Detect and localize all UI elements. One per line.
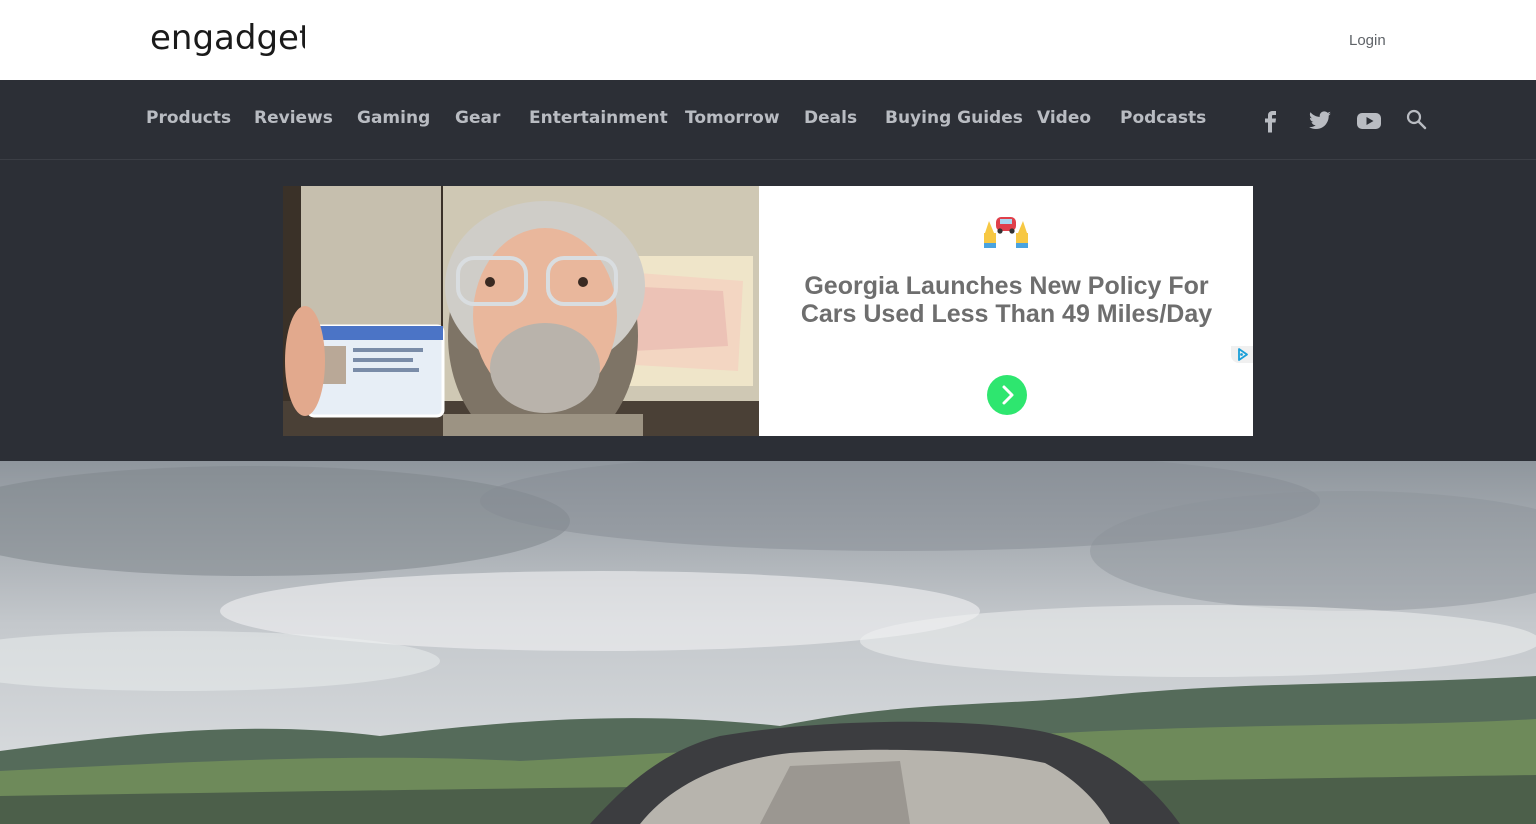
nav-item-gaming[interactable]: Gaming xyxy=(357,108,430,128)
twitter-icon[interactable] xyxy=(1306,106,1334,134)
ad-photo[interactable] xyxy=(283,186,759,436)
ad-car-emoji-icon xyxy=(984,217,1028,248)
advertisement[interactable]: Georgia Launches New Policy For Cars Use… xyxy=(283,186,1253,436)
ad-headline[interactable]: Georgia Launches New Policy For Cars Use… xyxy=(779,272,1234,328)
nav-item-tomorrow[interactable]: Tomorrow xyxy=(685,108,780,128)
hero-image[interactable] xyxy=(0,461,1536,824)
nav-item-entertainment[interactable]: Entertainment xyxy=(529,108,668,128)
nav-item-video[interactable]: Video xyxy=(1037,108,1091,128)
youtube-icon[interactable] xyxy=(1355,106,1383,134)
adchoices-icon xyxy=(1238,348,1248,361)
top-bar: engadget Login xyxy=(0,0,1536,80)
facebook-icon[interactable] xyxy=(1257,106,1285,134)
search-icon[interactable] xyxy=(1403,106,1431,134)
adchoices-badge[interactable] xyxy=(1231,346,1253,363)
svg-text:engadget: engadget xyxy=(150,18,305,58)
chevron-right-icon xyxy=(1002,385,1014,405)
main-nav: Products Reviews Gaming Gear Entertainme… xyxy=(0,80,1536,160)
nav-item-buying-guides[interactable]: Buying Guides xyxy=(885,108,1023,128)
nav-item-gear[interactable]: Gear xyxy=(455,108,500,128)
ad-banner-area: Georgia Launches New Policy For Cars Use… xyxy=(0,160,1536,461)
ad-cta-button[interactable] xyxy=(987,375,1027,415)
nav-item-deals[interactable]: Deals xyxy=(804,108,857,128)
car-landscape-photo xyxy=(0,461,1536,824)
nav-item-reviews[interactable]: Reviews xyxy=(254,108,333,128)
login-link[interactable]: Login xyxy=(1349,32,1386,49)
nav-item-podcasts[interactable]: Podcasts xyxy=(1120,108,1206,128)
nav-item-products[interactable]: Products xyxy=(146,108,231,128)
engadget-logo[interactable]: engadget xyxy=(150,16,305,60)
